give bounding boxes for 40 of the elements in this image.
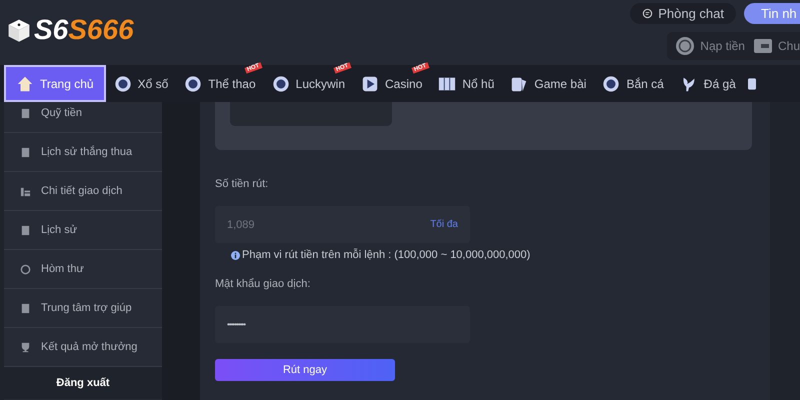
- nav-tab[interactable]: Game bài: [502, 65, 594, 102]
- password-label: Mật khẩu giao dịch:: [215, 278, 310, 290]
- password-field[interactable]: ••••••••••: [215, 306, 470, 343]
- amount-placeholder: 1,089: [227, 218, 256, 230]
- amount-field[interactable]: 1,089 Tối đa: [215, 206, 470, 243]
- logo-text: S6: [34, 14, 68, 46]
- menu-icon: [20, 342, 31, 352]
- menu-icon: [20, 146, 31, 158]
- transfer-button[interactable]: Chu: [752, 36, 800, 56]
- game-icon: [361, 74, 380, 92]
- chat-button[interactable]: Phòng chat: [630, 3, 736, 24]
- menu-icon: [20, 108, 31, 118]
- game-icon: [272, 74, 290, 92]
- withdraw-button[interactable]: Rút ngay: [215, 359, 395, 381]
- amount-label: Số tiền rút:: [215, 178, 268, 190]
- game-icon: [510, 74, 528, 92]
- menu-icon: [20, 186, 31, 196]
- home-icon: [16, 74, 34, 92]
- max-link[interactable]: Tối đa: [430, 219, 458, 230]
- game-icon: [114, 74, 132, 92]
- nav-tab[interactable]: Trang chủ: [4, 65, 106, 102]
- game-icon: [602, 74, 620, 92]
- game-icon: [438, 74, 456, 92]
- chat-icon: [642, 8, 654, 19]
- logo[interactable]: S6S666: [0, 4, 134, 56]
- coin-icon: [675, 36, 696, 56]
- game-icon: [184, 74, 202, 92]
- nav-tab[interactable]: Xổ số: [106, 65, 176, 102]
- wallet-icon: [752, 36, 773, 56]
- menu-icon: [20, 264, 31, 274]
- range-note: Phạm vi rút tiền trên mỗi lệnh : (100,000 ~ 10,000,000,000): [242, 249, 530, 261]
- nav-tab[interactable]: Bắn cá: [594, 65, 672, 102]
- menu-icon: [20, 302, 31, 314]
- info-icon: [231, 250, 240, 260]
- deposit-button[interactable]: Nạp tiền: [675, 36, 745, 56]
- logout-button[interactable]: Đăng xuất: [4, 367, 162, 399]
- nav-tab[interactable]: Đá gà: [672, 65, 744, 102]
- logo-text: S666: [68, 14, 134, 46]
- menu-icon: [20, 224, 31, 236]
- nav-tab[interactable]: Nổ hũ: [430, 65, 502, 102]
